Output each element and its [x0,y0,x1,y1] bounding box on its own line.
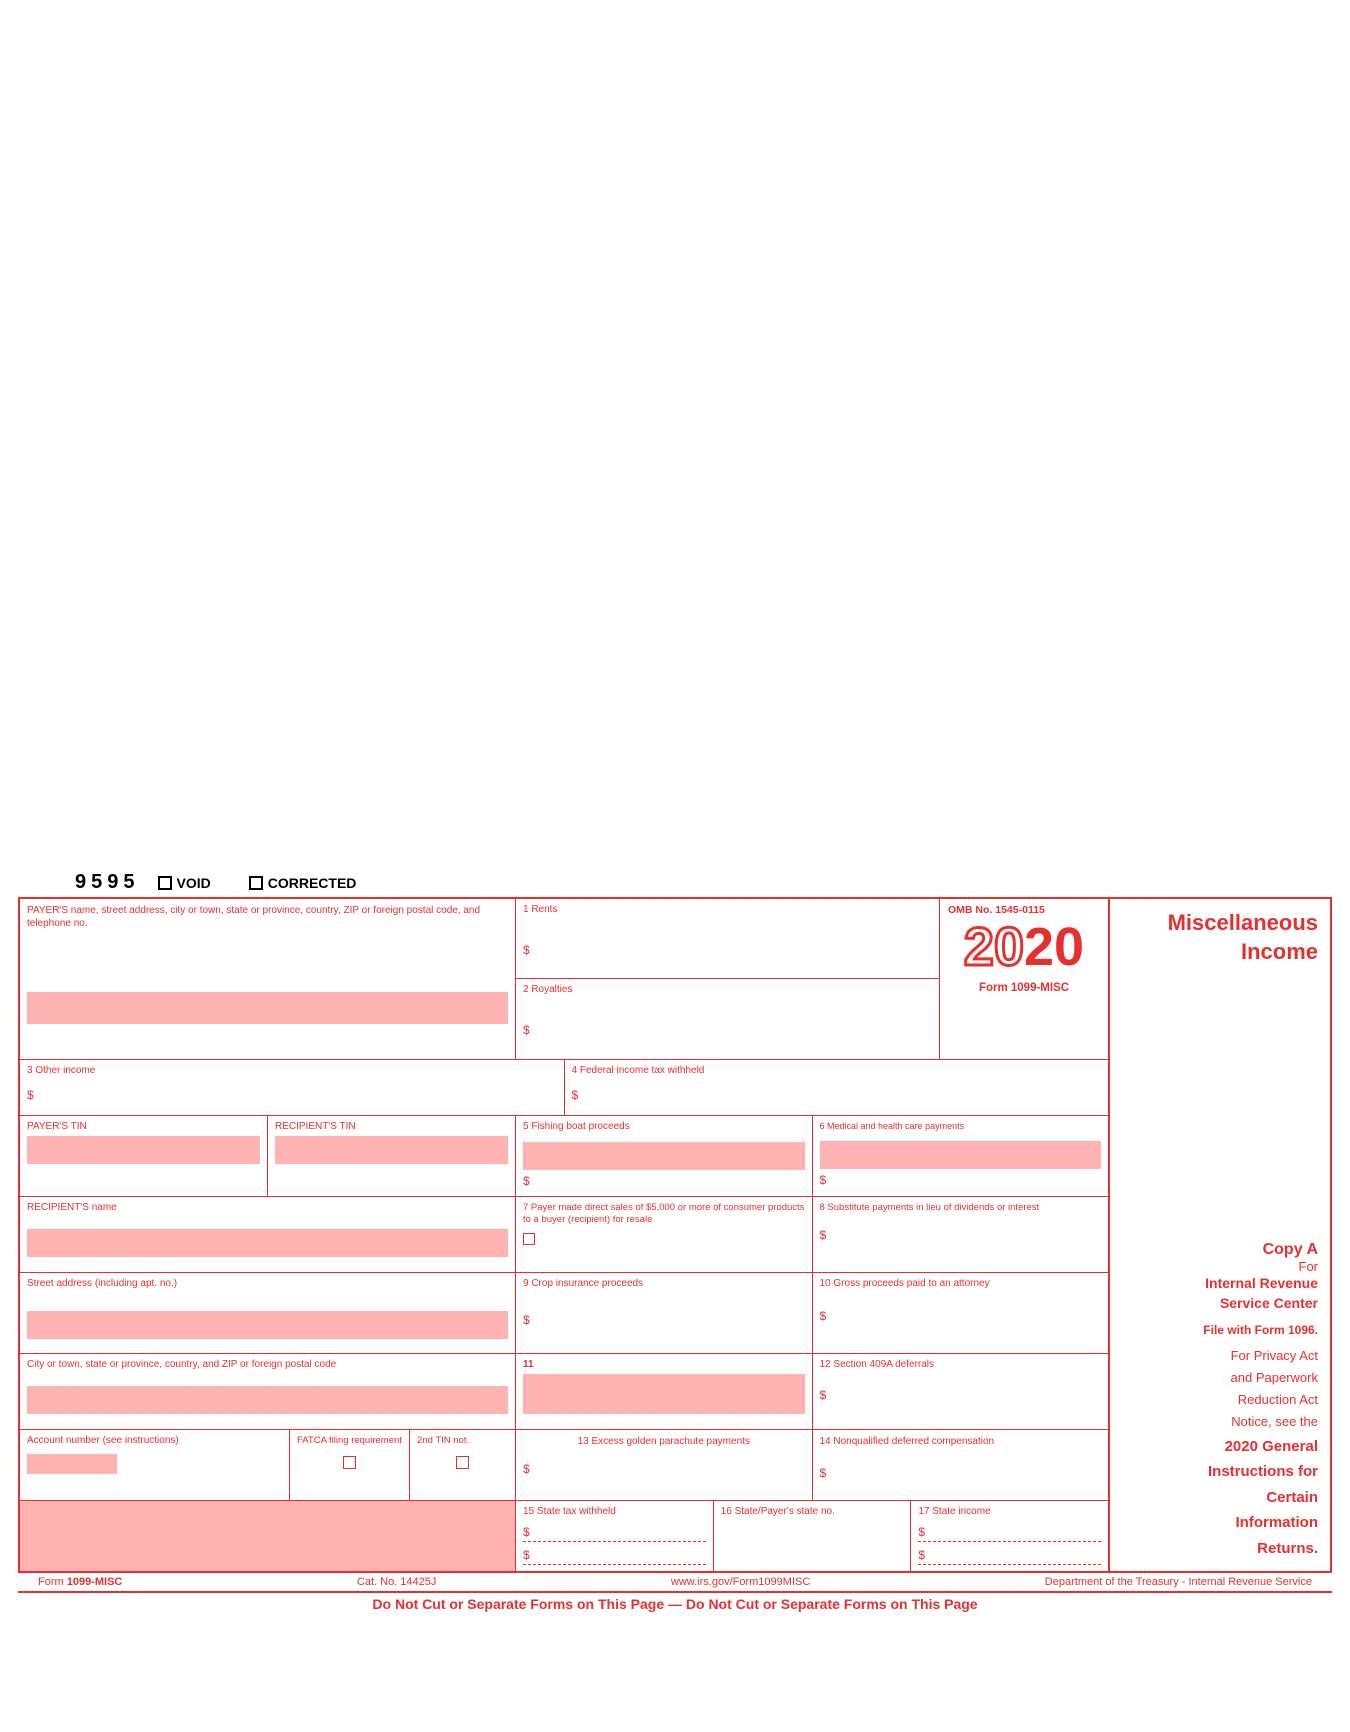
field-3-other-income[interactable]: 3 Other income$ [20,1060,565,1115]
footer-department: Department of the Treasury - Internal Re… [1045,1576,1312,1588]
do-not-cut-text: Do Not Cut or Separate Forms on This Pag… [372,1596,977,1612]
account-number-field[interactable]: Account number (see instructions) [20,1430,290,1500]
recipient-name-field[interactable]: RECIPIENT'S name [20,1197,516,1272]
misc-income-title: Miscellaneous Income [1168,909,1318,966]
bold-line-4: Information [1208,1510,1318,1536]
bold-line-3: Certain [1208,1485,1318,1511]
year-outline: 20 [964,917,1024,977]
privacy-line-2: and Paperwork [1208,1367,1318,1389]
field-12-section-409a[interactable]: 12 Section 409A deferrals$ [813,1354,1109,1429]
field-7-direct-sales[interactable]: 7 Payer made direct sales of $5,000 or m… [516,1197,813,1272]
field-6-medical[interactable]: 6 Medical and health care payments$ [813,1116,1109,1196]
field-14-nonqualified[interactable]: 14 Nonqualified deferred compensation$ [813,1430,1109,1500]
right-side-panel: Miscellaneous Income Copy A For Internal… [1110,899,1330,1571]
field-1-rents[interactable]: 1 Rents $ [516,899,940,979]
payer-name-field[interactable]: PAYER'S name, street address, city or to… [20,899,516,1059]
bold-line-5: Returns. [1208,1536,1318,1562]
corrected-label: CORRECTED [268,875,357,891]
footer-cat: Cat. No. 14425J [357,1576,437,1588]
tin-not-checkbox[interactable] [456,1456,469,1469]
field-11[interactable]: 11 [516,1354,813,1429]
field-13-excess[interactable]: 13 Excess golden parachute payments$ [516,1430,813,1500]
form-number: 9595 [75,871,140,894]
street-address-field[interactable]: Street address (including apt. no.) [20,1273,516,1353]
year-display: 2020 [948,920,1100,974]
corrected-section: CORRECTED [249,875,357,891]
field-2-royalties[interactable]: 2 Royalties $ [516,979,940,1059]
state-left-fill [20,1501,516,1571]
privacy-block: For Privacy Act and Paperwork Reduction … [1208,1345,1318,1561]
footer-form-ref: Form 1099-MISC [38,1576,122,1588]
fatca-checkbox[interactable] [343,1456,356,1469]
privacy-line-3: Reduction Act [1208,1389,1318,1411]
privacy-line-4: Notice, see the [1208,1411,1318,1433]
field-7-checkbox[interactable] [523,1233,535,1245]
page [0,0,1350,866]
corrected-checkbox[interactable] [249,876,263,890]
field-4-fed-tax[interactable]: 4 Federal income tax withheld$ [565,1060,1109,1115]
form-wrapper: PAYER'S name, street address, city or to… [18,897,1332,1573]
fatca-field[interactable]: FATCA filing requirement [290,1430,410,1500]
field-10-gross-proceeds[interactable]: 10 Gross proceeds paid to an attorney$ [813,1273,1109,1353]
payer-name-label: PAYER'S name, street address, city or to… [27,904,508,930]
field-16-state-payer[interactable]: 16 State/Payer's state no. [714,1501,912,1571]
void-checkbox[interactable] [158,876,172,890]
field-1-label: 1 Rents [523,904,932,915]
field-2-label: 2 Royalties [523,984,932,995]
privacy-line-1: For Privacy Act [1208,1345,1318,1367]
year-solid: 20 [1024,917,1084,977]
omb-year-block: OMB No. 1545-0115 2020 Form 1099-MISC [940,899,1108,1059]
field-17-state-income[interactable]: 17 State income $ $ [911,1501,1108,1571]
copy-a-block: Copy A For Internal RevenueService Cente… [1205,1241,1318,1313]
copy-a: Copy A [1205,1241,1318,1259]
page: 9595 VOID CORRECTED PAYER'S name, street… [0,866,1350,1732]
file-with: File with Form 1096. [1203,1323,1318,1337]
omb-number: OMB No. 1545-0115 [948,904,1100,916]
bold-line-1: 2020 General [1208,1434,1318,1460]
recipient-tin-field[interactable]: RECIPIENT'S TIN [268,1116,516,1196]
void-label: VOID [177,875,211,891]
field-5-fishing[interactable]: 5 Fishing boat proceeds$ [516,1116,813,1196]
file-with-block: File with Form 1096. [1203,1323,1318,1337]
payer-tin-field[interactable]: PAYER'S TIN [20,1116,268,1196]
city-state-field[interactable]: City or town, state or province, country… [20,1354,516,1429]
field-15-state-tax[interactable]: 15 State tax withheld $ $ [516,1501,714,1571]
do-not-cut-bar: Do Not Cut or Separate Forms on This Pag… [18,1591,1332,1615]
for-label: For [1205,1259,1318,1274]
tin-not-field[interactable]: 2nd TIN not. [410,1430,516,1500]
field-9-crop-insurance[interactable]: 9 Crop insurance proceeds$ [516,1273,813,1353]
top-bar: 9595 VOID CORRECTED [0,866,1350,897]
irs-service: Internal RevenueService Center [1205,1274,1318,1313]
footer-info: Form 1099-MISC Cat. No. 14425J www.irs.g… [18,1573,1332,1591]
bold-line-2: Instructions for [1208,1459,1318,1485]
form-1099-misc-label: Form 1099-MISC [948,982,1100,994]
void-section: VOID [158,875,211,891]
footer-website: www.irs.gov/Form1099MISC [671,1576,810,1588]
field-8-substitute[interactable]: 8 Substitute payments in lieu of dividen… [813,1197,1109,1272]
